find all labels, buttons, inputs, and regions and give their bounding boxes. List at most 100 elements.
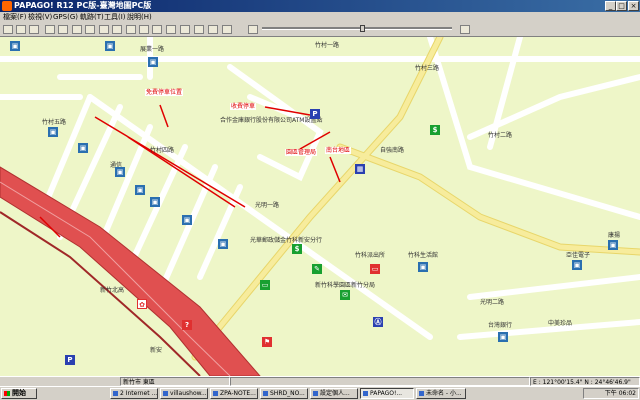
post-office-icon[interactable]: ▭ [370, 264, 380, 274]
road-label: 竹村二路 [488, 132, 513, 139]
poi-building-icon[interactable]: ▣ [78, 143, 88, 153]
close-button[interactable]: × [628, 1, 639, 11]
pen-icon[interactable]: ✎ [312, 264, 322, 274]
road-label: 竹村四路 [150, 147, 175, 154]
hand-icon[interactable] [222, 25, 232, 34]
poi-building-icon[interactable]: ▣ [135, 185, 145, 195]
app-icon [2, 1, 12, 11]
post-office-icon[interactable]: ▭ [260, 280, 270, 290]
search-icon[interactable] [208, 25, 218, 34]
road-label: 新竹北高 [100, 287, 125, 294]
annotation-label: 免費停車位置 [145, 89, 184, 96]
place-label: 合作金庫銀行股份有限公司ATM設置點 [220, 117, 323, 124]
poi-building-icon[interactable]: ▣ [218, 239, 228, 249]
maximize-button[interactable]: □ [616, 1, 627, 11]
place-label: 光華郵政儲金竹科新安分行 [250, 237, 323, 244]
menu-gps[interactable]: GPS(G) [53, 12, 78, 23]
road-label: 竹村五路 [42, 119, 67, 126]
gas-station-icon[interactable]: ▦ [355, 164, 365, 174]
minimize-button[interactable]: _ [605, 1, 616, 11]
pause-icon[interactable] [139, 25, 149, 34]
track-icon[interactable] [126, 25, 136, 34]
place-label: 台灣銀行 [488, 322, 513, 329]
gps-icon[interactable] [85, 25, 95, 34]
mail-icon[interactable]: ✉ [340, 290, 350, 300]
window-title: PAPAGO! R12 PC版-臺灣地圖PC版 [14, 1, 152, 10]
bank-dollar-icon[interactable]: $ [292, 244, 302, 254]
atm-icon[interactable]: Ⓐ [373, 317, 383, 327]
poi-building-icon[interactable]: ▣ [498, 332, 508, 342]
new-icon[interactable] [3, 25, 13, 34]
start-button[interactable]: 開始 [1, 388, 37, 399]
status-bar: 新竹市 東區 E : 121°00'15.4" N : 24°46'46.9" [0, 376, 640, 386]
toolbar [0, 23, 640, 37]
parking-icon[interactable]: P [310, 109, 320, 119]
taskbar-item[interactable]: 2 Internet ... [110, 388, 158, 399]
taskbar-item[interactable]: 未命名 - 小... [416, 388, 466, 399]
menu-file[interactable]: 檔案(F) [3, 12, 27, 23]
north-icon[interactable] [180, 25, 190, 34]
road-label: 竹村三路 [415, 65, 440, 72]
poi-building-icon[interactable]: ▣ [115, 167, 125, 177]
parking-icon[interactable]: P [65, 355, 75, 365]
zoom-slider-thumb[interactable] [360, 25, 365, 32]
zoom-slider-track[interactable] [262, 27, 452, 30]
map3d-icon[interactable] [194, 25, 204, 34]
place-label: 竹科派出所 [355, 252, 386, 259]
menu-tools[interactable]: 工具(I) [104, 12, 126, 23]
poi-building-icon[interactable]: ▣ [150, 197, 160, 207]
road-label: 竹村一路 [315, 42, 340, 49]
poi-building-icon[interactable]: ▣ [608, 240, 618, 250]
status-location: 新竹市 東區 [120, 377, 230, 386]
annotation-label: 南台地區 [325, 147, 352, 154]
place-label: 新安 [150, 347, 163, 354]
taskbar: 開始 2 Internet ... villaushow... ZPA-NOTE… [0, 386, 640, 400]
taskbar-item[interactable]: SHRD_NO... [260, 388, 308, 399]
poi-building-icon[interactable]: ▣ [48, 127, 58, 137]
place-label: 竹科生活館 [408, 252, 439, 259]
route-icon[interactable] [72, 25, 82, 34]
system-tray-clock[interactable]: 下午 06:02 [583, 388, 639, 399]
place-label: 新竹科學園區新竹分局 [315, 282, 376, 289]
menu-help[interactable]: 說明(H) [127, 12, 152, 23]
flag-icon[interactable]: ⚑ [262, 337, 272, 347]
copy-icon[interactable] [58, 25, 68, 34]
annotation-label: 園區管理局 [285, 149, 318, 156]
locate-icon[interactable] [166, 25, 176, 34]
title-bar: PAPAGO! R12 PC版-臺灣地圖PC版 _ □ × [0, 0, 640, 12]
road-label: 光明二路 [480, 299, 505, 306]
place-label: 中美珍品 [548, 320, 573, 327]
poi-building-icon[interactable]: ▣ [148, 57, 158, 67]
place-label: 亞佳電子 [566, 252, 591, 259]
interchange-icon[interactable]: ✿ [137, 299, 147, 309]
hospital-icon[interactable]: ? [182, 320, 192, 330]
status-coordinates: E : 121°00'15.4" N : 24°46'46.9" [530, 377, 640, 386]
poi-bank-icon[interactable]: ▣ [105, 41, 115, 51]
zoom-in-icon[interactable] [460, 25, 470, 34]
taskbar-item-active[interactable]: PAPAGO!... [360, 388, 414, 399]
poi-building-icon[interactable]: ▣ [182, 215, 192, 225]
zoom-out-icon[interactable] [248, 25, 258, 34]
menu-view[interactable]: 檢視(V) [28, 12, 52, 23]
bank-dollar-icon[interactable]: $ [430, 125, 440, 135]
taskbar-item[interactable]: villaushow... [160, 388, 208, 399]
car-icon[interactable] [99, 25, 109, 34]
taskbar-item[interactable]: 設定個人... [310, 388, 358, 399]
place-label: 康揚 [608, 232, 621, 239]
menu-bar: 檔案(F) 檢視(V) GPS(G) 軌跡(T) 工具(I) 說明(H) [0, 12, 640, 23]
status-empty [230, 377, 530, 386]
print-icon[interactable] [45, 25, 55, 34]
stop-icon[interactable] [152, 25, 162, 34]
poi-building-icon[interactable]: ▣ [418, 262, 428, 272]
menu-track[interactable]: 軌跡(T) [80, 12, 104, 23]
save-icon[interactable] [29, 25, 39, 34]
open-icon[interactable] [16, 25, 26, 34]
taskbar-item[interactable]: ZPA-NOTE... [210, 388, 258, 399]
road-label: 展業一路 [140, 46, 165, 53]
road-label: 光明一路 [255, 202, 280, 209]
layer-icon[interactable] [112, 25, 122, 34]
poi-bank-icon[interactable]: ▣ [10, 41, 20, 51]
map-view[interactable]: 展業一路 竹村一路 竹村三路 竹村二路 自強南路 竹村五路 竹村四路 光明一路 … [0, 37, 640, 376]
road-label: 自強南路 [380, 147, 405, 154]
poi-building-icon[interactable]: ▣ [572, 260, 582, 270]
